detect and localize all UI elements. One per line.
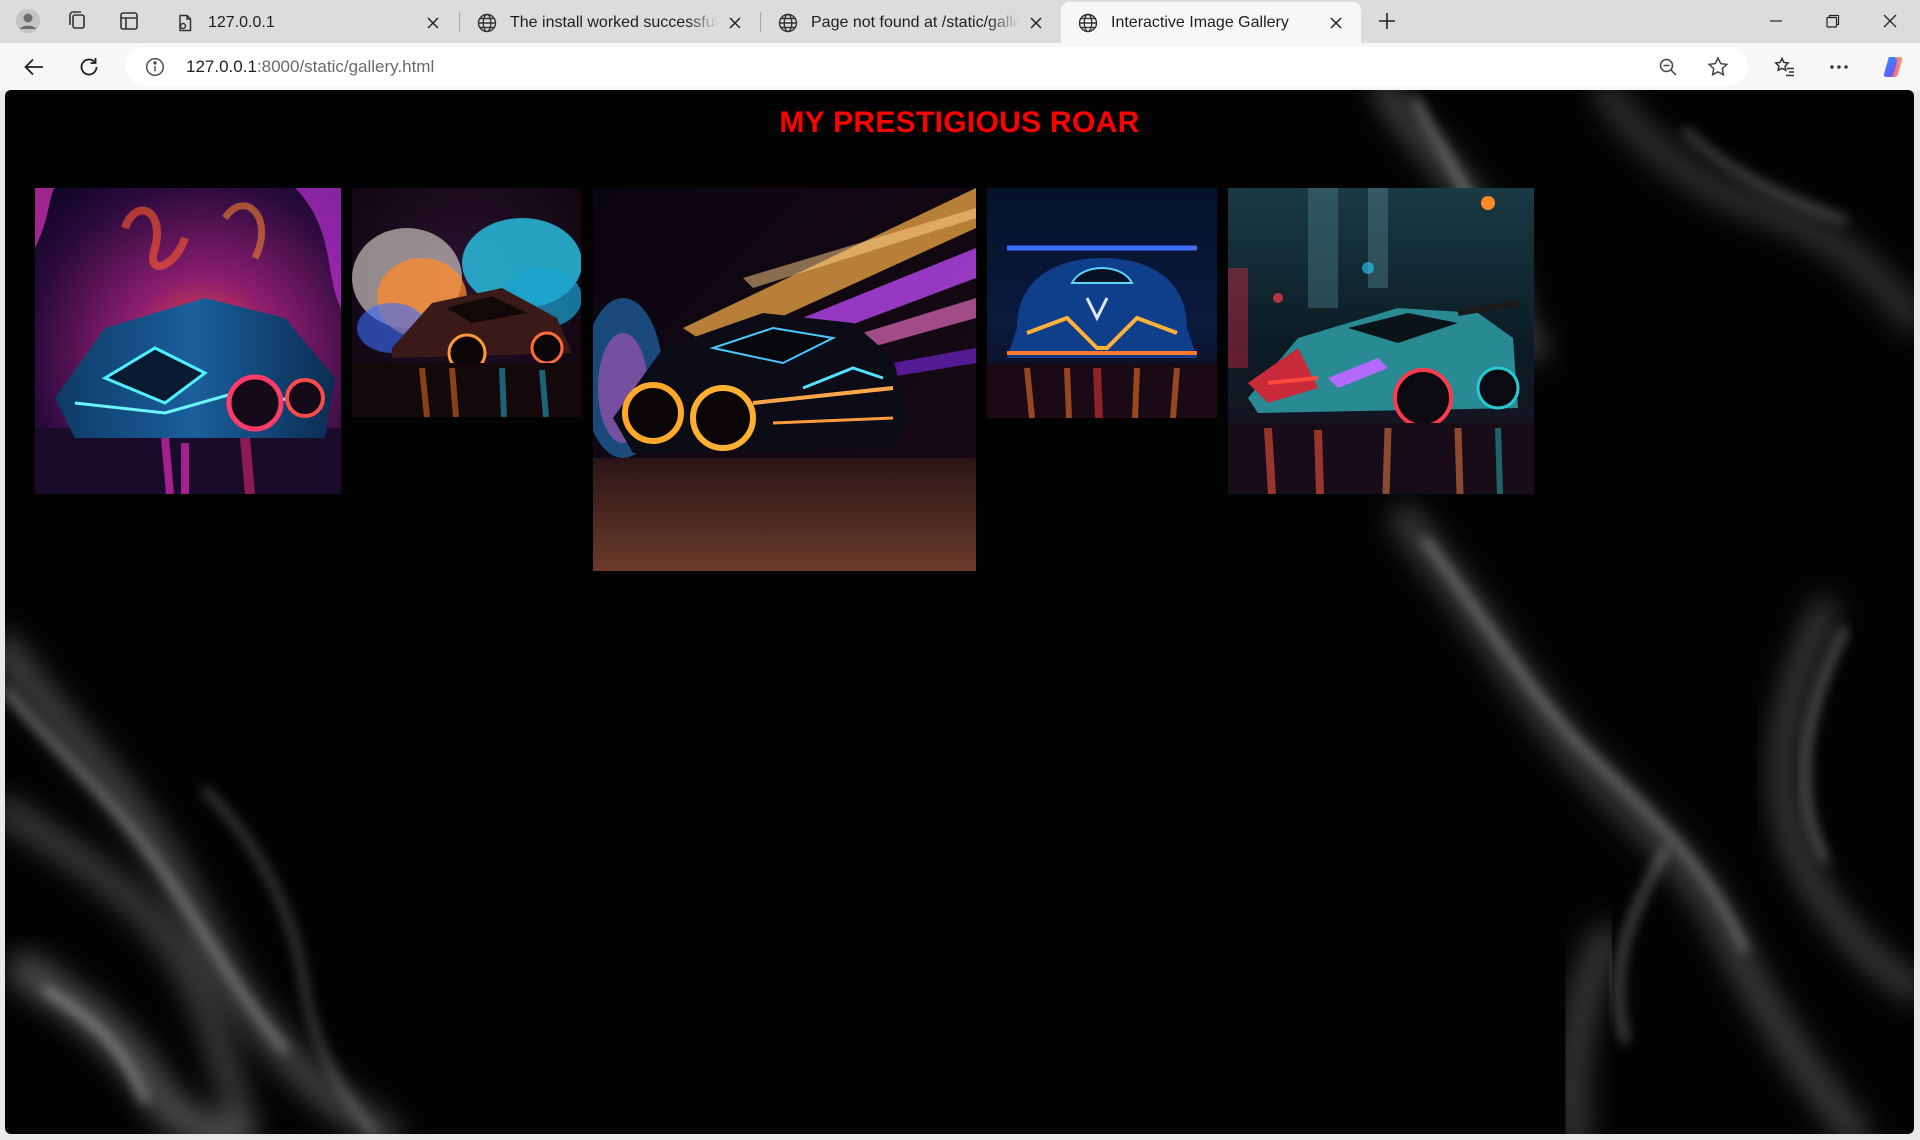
globe-icon [476,12,498,34]
close-tab-icon[interactable] [724,12,746,34]
close-tab-icon[interactable] [1025,12,1047,34]
more-options-icon[interactable] [1821,49,1857,85]
page-viewport: MY PRESTIGIOUS ROAR [5,90,1914,1134]
new-tab-button[interactable] [1370,6,1404,36]
close-tab-icon[interactable] [422,12,444,34]
globe-icon [1077,12,1099,34]
back-button[interactable] [16,49,52,85]
tab-title: Interactive Image Gallery [1111,13,1289,31]
url-host: 127.0.0.1 [186,57,257,76]
tab-image-gallery[interactable]: Interactive Image Gallery [1061,2,1361,43]
zoom-out-icon[interactable] [1653,52,1683,82]
gallery-image-5[interactable] [1228,188,1534,494]
copilot-icon[interactable] [1875,49,1911,85]
tab-title: Page not found at /static/gallery.html [811,13,1019,31]
tab-page-not-found[interactable]: Page not found at /static/gallery.html [761,2,1061,43]
url-text[interactable]: 127.0.0.1:8000/static/gallery.html [186,57,434,77]
gallery-image-4[interactable] [987,188,1217,418]
close-window-button[interactable] [1862,0,1918,42]
tab-strip: 127.0.0.1 The install worked successfull… [0,0,1920,43]
gallery-image-1[interactable] [35,188,341,494]
favorite-star-icon[interactable] [1703,52,1733,82]
close-tab-icon[interactable] [1325,12,1347,34]
browser-toolbar: 127.0.0.1:8000/static/gallery.html [0,43,1920,90]
gallery-image-2[interactable] [352,188,581,417]
tab-title: The install worked successfully! Congrat… [510,13,718,31]
file-document-icon [174,12,196,34]
refresh-button[interactable] [71,49,107,85]
address-bar[interactable]: 127.0.0.1:8000/static/gallery.html [126,47,1748,86]
tab-localhost[interactable]: 127.0.0.1 [158,2,458,43]
profile-icon[interactable] [11,6,45,36]
workspaces-icon[interactable] [60,6,94,36]
page-title: MY PRESTIGIOUS ROAR [779,106,1140,139]
site-info-icon[interactable] [144,56,166,78]
globe-icon [777,12,799,34]
url-path: :8000/static/gallery.html [256,57,435,76]
gallery-image-3[interactable] [593,188,976,571]
minimize-button[interactable] [1748,0,1804,42]
restore-button[interactable] [1805,0,1861,42]
favorites-icon[interactable] [1767,49,1803,85]
tab-install-success[interactable]: The install worked successfully! Congrat… [460,2,760,43]
vertical-tabs-icon[interactable] [112,6,146,36]
tab-title: 127.0.0.1 [208,13,275,31]
